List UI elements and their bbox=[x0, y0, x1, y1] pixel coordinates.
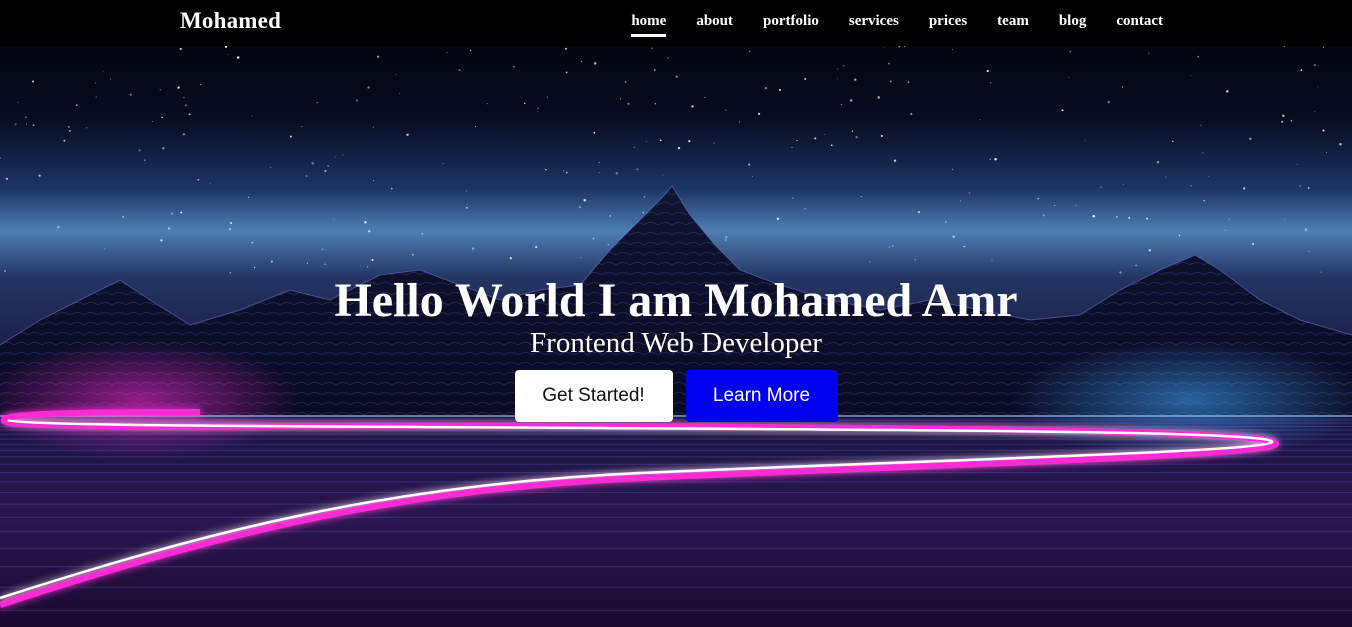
nav-menu: home about portfolio services prices tea… bbox=[631, 13, 1163, 37]
nav-item-contact[interactable]: contact bbox=[1116, 13, 1163, 34]
page: Mohamed home about portfolio services pr… bbox=[0, 0, 1352, 627]
nav-item-prices[interactable]: prices bbox=[929, 13, 967, 34]
nav-item-home[interactable]: home bbox=[631, 13, 667, 37]
nav-item-team[interactable]: team bbox=[997, 13, 1029, 34]
nav-item-about[interactable]: about bbox=[696, 13, 733, 34]
hero-subtitle: Frontend Web Developer bbox=[530, 327, 822, 359]
nav-item-portfolio[interactable]: portfolio bbox=[763, 13, 819, 34]
hero-title: Hello World I am Mohamed Amr bbox=[334, 274, 1018, 327]
nav-item-blog[interactable]: blog bbox=[1059, 13, 1087, 34]
hero-actions: Get Started! Learn More bbox=[0, 370, 1352, 422]
get-started-button[interactable]: Get Started! bbox=[514, 370, 673, 422]
hero-section: Hello World I am Mohamed Amr Frontend We… bbox=[0, 272, 1352, 422]
brand-logo[interactable]: Mohamed bbox=[180, 8, 281, 34]
nav-item-services[interactable]: services bbox=[849, 13, 899, 34]
learn-more-button[interactable]: Learn More bbox=[685, 370, 838, 422]
top-navbar: Mohamed home about portfolio services pr… bbox=[0, 0, 1352, 46]
